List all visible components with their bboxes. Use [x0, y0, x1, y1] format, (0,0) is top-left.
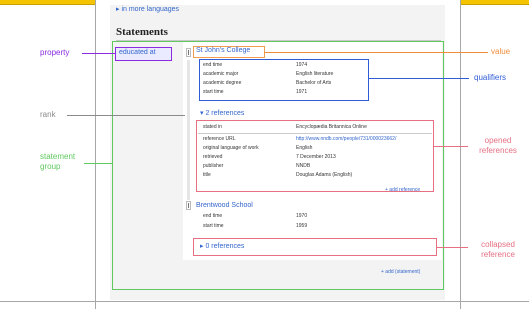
annotation-opened-references-connector	[434, 146, 468, 147]
annotation-qualifiers: qualifiers	[474, 73, 507, 82]
zero-references-toggle[interactable]: ▸ 0 references	[200, 242, 244, 250]
reference-value: Douglas Adams (English)	[296, 172, 353, 178]
annotation-collapsed-reference-line1: collapsed	[481, 240, 515, 249]
add-statement-link[interactable]: + add (statement)	[381, 269, 420, 275]
qualifier-value: 1974	[296, 62, 308, 68]
reference-key: publisher	[203, 163, 224, 169]
reference-value: 7 December 2013	[296, 154, 336, 160]
annotation-collapsed-reference-line2: reference	[481, 250, 515, 259]
bottom-divider	[0, 301, 529, 302]
annotation-rank: rank	[40, 110, 56, 119]
qualifier-key: start time	[203, 223, 224, 229]
rank-selector-2[interactable]	[186, 201, 191, 210]
value-brentwood-school[interactable]: Brentwood School	[196, 202, 253, 209]
annotation-statement-group-connector	[84, 163, 112, 164]
reference-key: original language of work	[203, 145, 259, 151]
annotation-value: value	[491, 47, 511, 56]
reference-key: reference URL	[203, 136, 236, 142]
value-st-johns-college[interactable]: St John's College	[196, 47, 250, 54]
property-label[interactable]: educated at	[119, 49, 156, 56]
annotation-opened-references-line1: opened	[484, 136, 512, 145]
reference-value: NNDB	[296, 163, 311, 169]
annotation-rank-connector	[67, 115, 185, 116]
annotation-property-connector	[82, 53, 115, 54]
two-references-toggle[interactable]: ▾ 2 references	[200, 109, 244, 117]
in-more-languages-link[interactable]: ▸ in more languages	[116, 5, 179, 13]
qualifier-key: start time	[203, 89, 224, 95]
annotation-opened-references-line2: references	[479, 146, 517, 155]
annotation-collapsed-reference-connector	[437, 247, 468, 248]
reference-url-link[interactable]: http://www.nndb.com/people/731/000023662…	[296, 136, 396, 142]
reference-value: English	[296, 145, 313, 151]
reference-divider	[198, 133, 432, 134]
qualifier-key: academic major	[203, 71, 239, 77]
rank-selector-1[interactable]	[186, 48, 191, 57]
qualifier-value: 1959	[296, 223, 308, 229]
reference-value: Encyclopædia Britannica Online	[296, 124, 367, 130]
reference-key: title	[203, 172, 211, 178]
qualifier-value: Bachelor of Arts	[296, 80, 332, 86]
qualifier-value: 1970	[296, 213, 308, 219]
reference-key: stated in	[203, 124, 222, 130]
annotation-statement-group-line2: group	[40, 162, 61, 171]
annotation-qualifiers-connector	[369, 78, 469, 79]
rank-track	[187, 60, 190, 200]
annotation-property: property	[40, 48, 70, 57]
add-reference-link[interactable]: + add reference	[385, 187, 420, 193]
qualifier-key: end time	[203, 62, 223, 68]
statements-heading: Statements	[116, 26, 168, 38]
qualifier-value: English literature	[296, 71, 334, 77]
reference-key: retrieved	[203, 154, 223, 160]
qualifier-key: academic degree	[203, 80, 242, 86]
annotation-value-connector	[265, 52, 488, 53]
qualifier-value: 1971	[296, 89, 308, 95]
qualifier-key: end time	[203, 213, 223, 219]
annotation-statement-group-line1: statement	[40, 152, 76, 161]
